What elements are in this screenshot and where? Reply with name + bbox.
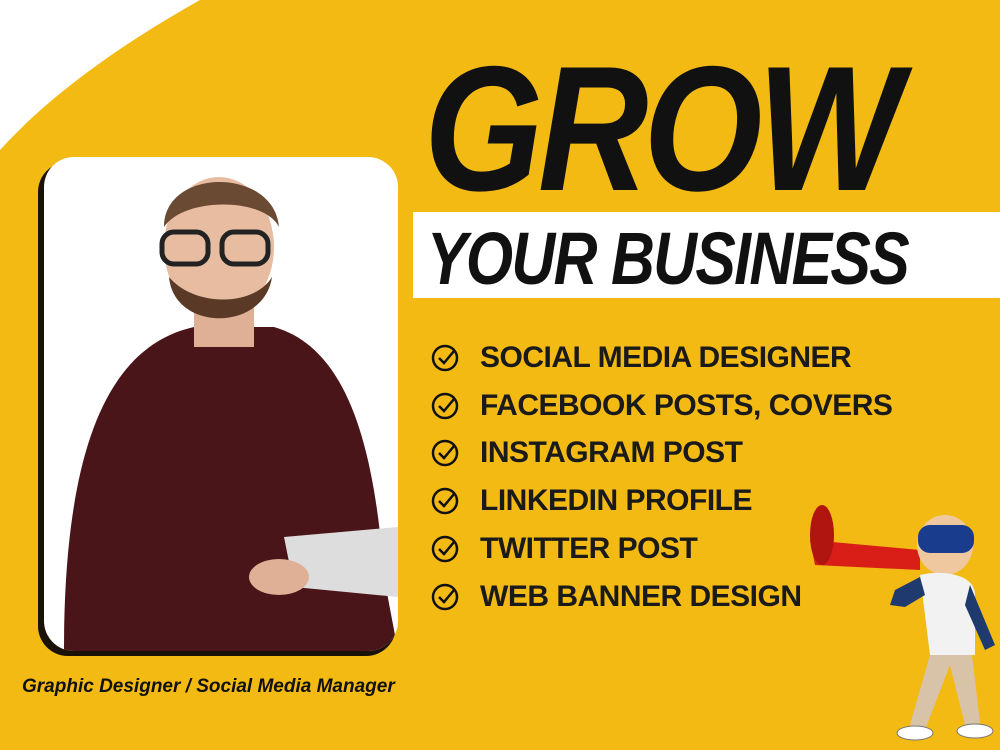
headline-your-business: YOUR BUSINESS xyxy=(427,217,910,300)
check-circle-icon xyxy=(431,535,459,563)
list-item: FACEBOOK POSTS, COVERS xyxy=(430,382,893,430)
check-circle-icon xyxy=(431,488,459,515)
person-illustration xyxy=(64,177,398,651)
headline-banner: YOUR BUSINESS xyxy=(413,212,1000,300)
headline-grow: GROW xyxy=(424,29,902,228)
service-label: TWITTER POST xyxy=(480,532,698,566)
check-circle-icon xyxy=(431,583,459,611)
caption: Graphic Designer / Social Media Manager xyxy=(22,676,395,697)
service-label: WEB BANNER DESIGN xyxy=(480,579,802,613)
megaphone-mascot-illustration xyxy=(810,505,995,741)
service-label: SOCIAL MEDIA DESIGNER xyxy=(480,340,852,374)
check-circle-icon xyxy=(431,344,459,372)
service-label: FACEBOOK POSTS, COVERS xyxy=(480,388,893,422)
list-item: INSTAGRAM POST xyxy=(430,430,892,478)
check-circle-icon xyxy=(431,440,459,467)
list-item: SOCIAL MEDIA DESIGNER xyxy=(430,334,892,382)
designer-photo xyxy=(44,157,398,651)
service-label: LINKEDIN PROFILE xyxy=(480,484,753,518)
service-label: INSTAGRAM POST xyxy=(480,436,743,470)
check-circle-icon xyxy=(431,392,459,419)
